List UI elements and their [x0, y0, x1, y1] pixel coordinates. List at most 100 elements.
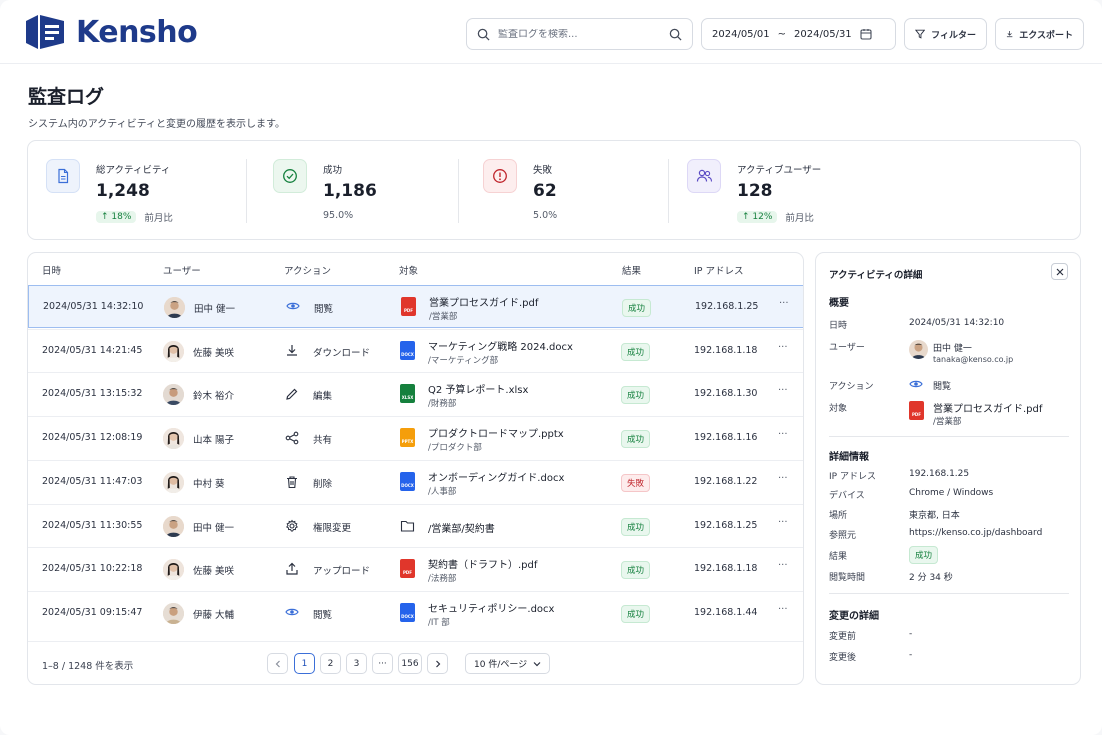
target-name[interactable]: 契約書（ドラフト）.pdf	[428, 556, 537, 571]
target-name[interactable]: 営業プロセスガイド.pdf	[429, 294, 538, 309]
detail-label: ユーザー	[829, 343, 865, 353]
brand-logo[interactable]: Kensho	[22, 13, 198, 51]
status-badge: 成功	[621, 561, 651, 580]
next-page-button[interactable]	[427, 653, 448, 674]
detail-label: 閲覧時間	[829, 573, 866, 583]
row-datetime: 2024/05/31 10:22:18	[42, 563, 143, 575]
column-header[interactable]: IP アドレス	[694, 263, 744, 277]
status-badge: 成功	[621, 386, 651, 405]
check-circle-icon	[273, 159, 307, 193]
row-user[interactable]: 中村 葵	[193, 476, 225, 490]
search-icon	[477, 28, 490, 41]
xlsx-file-icon: XLSX	[400, 384, 415, 404]
share-icon	[285, 431, 299, 445]
row-user[interactable]: 田中 健一	[194, 301, 235, 315]
target-name[interactable]: マーケティング戦略 2024.docx	[428, 338, 573, 353]
table-row[interactable]: 2024/05/31 13:15:32 鈴木 裕介 編集 XLSX Q2 予算レ…	[28, 372, 803, 415]
table-row[interactable]: 2024/05/31 14:32:10 田中 健一 閲覧 PDF 営業プロセスガ…	[28, 285, 803, 328]
status-badge: 成功	[621, 604, 651, 623]
page-button[interactable]: 3	[346, 653, 367, 674]
stat-label: アクティブユーザー	[737, 165, 822, 176]
page-button[interactable]: 156	[398, 653, 422, 674]
avatar	[163, 428, 184, 450]
more-options-icon[interactable]: ···	[778, 385, 788, 396]
row-user[interactable]: 山本 陽子	[193, 432, 234, 446]
stat-note: 95.0%	[323, 210, 354, 221]
search-submit-icon[interactable]	[669, 28, 682, 41]
detail-referrer[interactable]: https://kenso.co.jp/dashboard	[909, 528, 1042, 538]
more-options-icon[interactable]: ···	[778, 517, 788, 528]
date-range-picker[interactable]: 2024/05/01 ~ 2024/05/31	[701, 18, 896, 50]
download-icon	[1006, 30, 1013, 38]
more-options-icon[interactable]: ···	[778, 342, 788, 353]
filter-button[interactable]: フィルター	[904, 18, 987, 50]
audit-log-app: Kensho 2024/05/01 ~ 2024/05/31 フィルター エクス…	[0, 0, 1102, 735]
search-box[interactable]	[466, 18, 693, 50]
detail-label: IP アドレス	[829, 472, 876, 482]
table-row[interactable]: 2024/05/31 10:22:18 佐藤 美咲 アップロード PDF 契約書…	[28, 547, 803, 590]
row-datetime: 2024/05/31 14:32:10	[43, 301, 144, 312]
column-header[interactable]: 日時	[42, 263, 61, 277]
per-page-select[interactable]: 10 件/ページ	[465, 653, 550, 674]
pptx-file-icon: PPTX	[400, 428, 415, 448]
status-badge: 成功	[621, 342, 651, 361]
stat-value: 128	[737, 181, 773, 201]
gear-icon	[286, 519, 298, 531]
prev-page-button[interactable]	[267, 653, 288, 674]
target-name[interactable]: オンボーディングガイド.docx	[428, 469, 564, 484]
column-header[interactable]: アクション	[284, 263, 331, 277]
calendar-icon	[860, 29, 872, 40]
table-row[interactable]: 2024/05/31 11:30:55 田中 健一 権限変更 /営業部/契約書 …	[28, 503, 803, 547]
target-name[interactable]: セキュリティポリシー.docx	[428, 600, 554, 615]
detail-label: アクション	[829, 382, 874, 392]
target-name[interactable]: プロダクトロードマップ.pptx	[428, 425, 564, 440]
row-user[interactable]: 佐藤 美咲	[193, 345, 234, 359]
row-ip: 192.168.1.25	[694, 519, 758, 531]
column-header[interactable]: ユーザー	[163, 263, 201, 277]
stat-footer: 5.0%	[533, 210, 557, 221]
avatar	[163, 471, 184, 493]
alert-circle-icon	[483, 159, 517, 193]
table-row[interactable]: 2024/05/31 14:21:45 佐藤 美咲 ダウンロード DOCX マー…	[28, 328, 803, 372]
more-options-icon[interactable]: ···	[778, 604, 788, 615]
per-page-value: 10 件/ページ	[474, 660, 528, 670]
page-button[interactable]: 1	[294, 653, 315, 674]
detail-label: 結果	[829, 552, 848, 562]
row-user[interactable]: 佐藤 美咲	[193, 563, 234, 577]
row-ip: 192.168.1.44	[694, 606, 758, 618]
row-user[interactable]: 伊藤 大輔	[193, 607, 234, 621]
more-options-icon[interactable]: ···	[778, 429, 788, 440]
pdf-file-icon: PDF	[909, 401, 924, 420]
target-name[interactable]: /営業部/契約書	[428, 520, 495, 535]
detail-target-file[interactable]: 営業プロセスガイド.pdf	[933, 400, 1042, 415]
row-ip: 192.168.1.16	[694, 432, 758, 444]
column-header[interactable]: 対象	[399, 263, 418, 277]
row-user[interactable]: 田中 健一	[193, 520, 234, 534]
search-input[interactable]	[498, 28, 661, 40]
more-options-icon[interactable]: ···	[779, 298, 789, 309]
row-user[interactable]: 鈴木 裕介	[193, 388, 234, 402]
upload-icon	[286, 562, 298, 575]
page-button[interactable]: 2	[320, 653, 341, 674]
close-button[interactable]	[1051, 263, 1068, 280]
detail-user-email: tanaka@kenso.co.jp	[933, 355, 1014, 364]
status-badge: 成功	[621, 517, 651, 536]
target-path: /マーケティング部	[428, 355, 499, 366]
avatar	[163, 602, 184, 624]
row-datetime: 2024/05/31 13:15:32	[42, 388, 143, 400]
export-button[interactable]: エクスポート	[995, 18, 1084, 50]
avatar	[163, 384, 184, 406]
detail-label: 対象	[829, 404, 848, 414]
target-path: /人事部	[428, 486, 457, 497]
stat-value: 62	[533, 181, 557, 201]
table-row[interactable]: 2024/05/31 09:15:47 伊藤 大輔 閲覧 DOCX セキュリティ…	[28, 590, 803, 634]
table-row[interactable]: 2024/05/31 12:08:19 山本 陽子 共有 PPTX プロダクトロ…	[28, 416, 803, 459]
more-options-icon[interactable]: ···	[778, 560, 788, 571]
users-icon	[687, 159, 721, 193]
target-name[interactable]: Q2 予算レポート.xlsx	[428, 381, 528, 396]
table-row[interactable]: 2024/05/31 11:47:03 中村 葵 削除 DOCX オンボーディン…	[28, 459, 803, 503]
column-header[interactable]: 結果	[622, 263, 641, 277]
more-options-icon[interactable]: ···	[778, 473, 788, 484]
docx-file-icon: DOCX	[400, 602, 415, 622]
row-ip: 192.168.1.18	[694, 344, 758, 356]
